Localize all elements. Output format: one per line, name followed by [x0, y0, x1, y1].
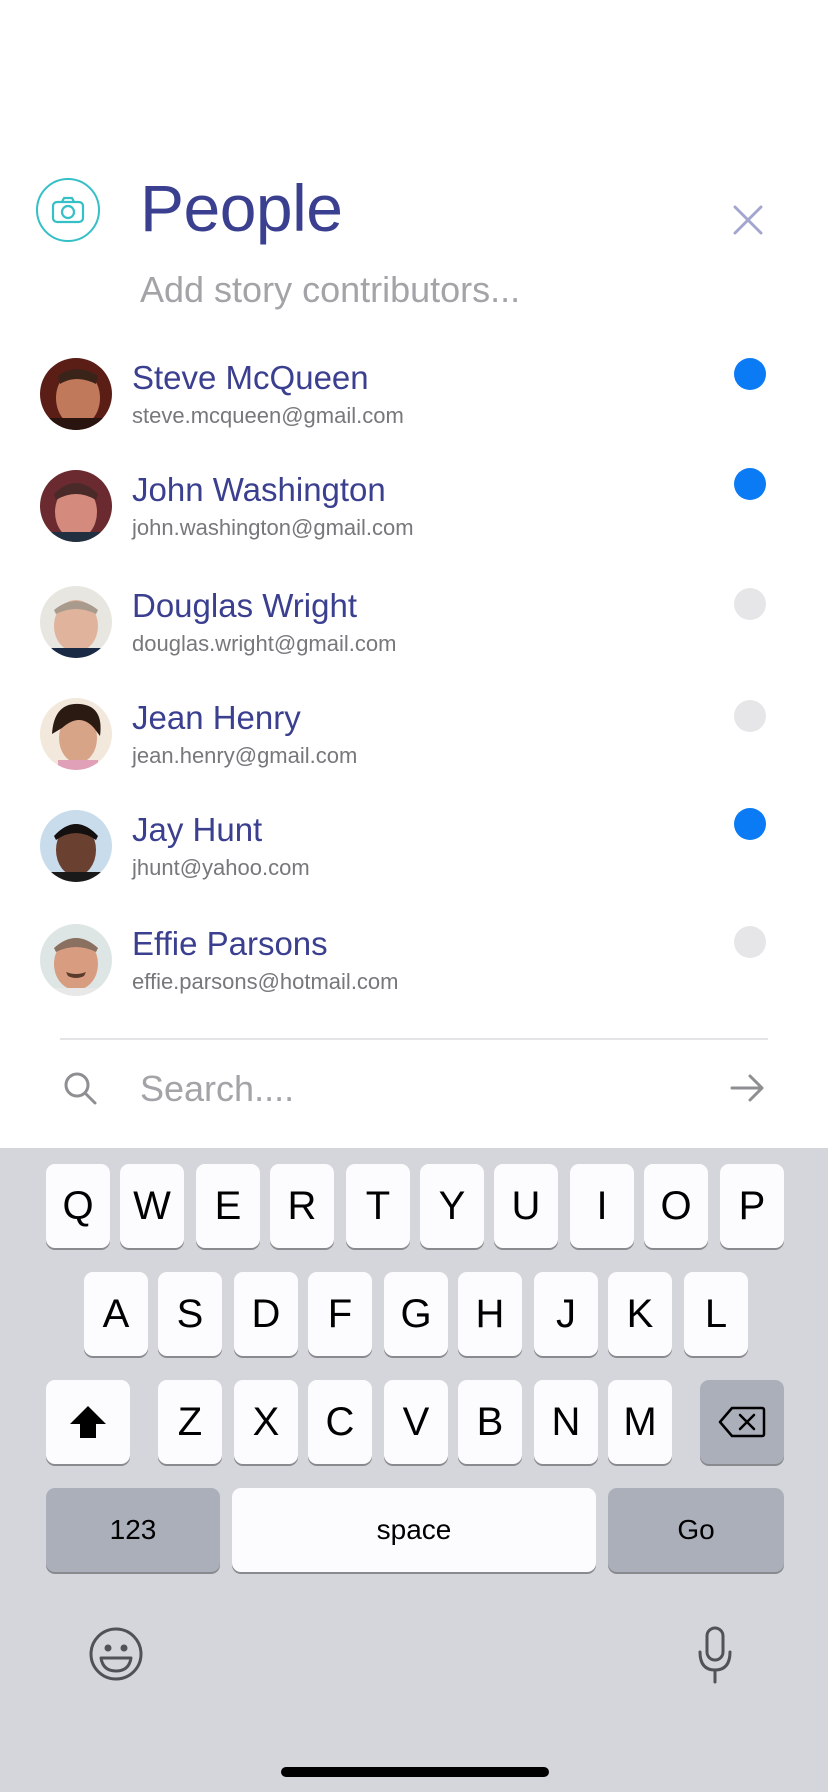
selection-indicator[interactable] [734, 468, 766, 500]
person-email: john.washington@gmail.com [132, 515, 414, 540]
page-title: People [140, 171, 343, 245]
header: People Add story contributors... [0, 0, 828, 330]
key-a[interactable]: A [84, 1272, 148, 1356]
person-name: Jay Hunt [132, 811, 263, 848]
key-s[interactable]: S [158, 1272, 222, 1356]
person-name: Steve McQueen [132, 359, 369, 396]
key-m[interactable]: M [608, 1380, 672, 1464]
avatar [40, 358, 112, 430]
selection-indicator[interactable] [734, 700, 766, 732]
key-y[interactable]: Y [420, 1164, 484, 1248]
camera-icon [51, 196, 85, 224]
key-t[interactable]: T [346, 1164, 410, 1248]
person-row[interactable]: Jay Hunt jhunt@yahoo.com [0, 792, 828, 902]
avatar [40, 924, 112, 996]
person-email: effie.parsons@hotmail.com [132, 969, 399, 994]
person-name: Effie Parsons [132, 925, 328, 962]
backspace-icon [718, 1406, 766, 1438]
key-w[interactable]: W [120, 1164, 184, 1248]
shift-icon [70, 1406, 106, 1438]
key-z[interactable]: Z [158, 1380, 222, 1464]
avatar [40, 698, 112, 770]
key-f[interactable]: F [308, 1272, 372, 1356]
key-j[interactable]: J [534, 1272, 598, 1356]
person-email: douglas.wright@gmail.com [132, 631, 397, 656]
search-bar [0, 1050, 828, 1130]
emoji-icon[interactable] [88, 1626, 144, 1682]
keyboard: Q W E R T Y U I O P A S D F G H J K L Z … [0, 1148, 828, 1792]
person-email: jhunt@yahoo.com [132, 855, 310, 880]
key-o[interactable]: O [644, 1164, 708, 1248]
avatar [40, 470, 112, 542]
space-key[interactable]: space [232, 1488, 596, 1572]
selection-indicator[interactable] [734, 358, 766, 390]
key-h[interactable]: H [458, 1272, 522, 1356]
person-row[interactable]: Douglas Wright douglas.wright@gmail.com [0, 568, 828, 678]
person-email: jean.henry@gmail.com [132, 743, 358, 768]
key-x[interactable]: X [234, 1380, 298, 1464]
avatar [40, 586, 112, 658]
search-icon [64, 1072, 97, 1105]
key-e[interactable]: E [196, 1164, 260, 1248]
selection-indicator[interactable] [734, 926, 766, 958]
person-row[interactable]: Effie Parsons effie.parsons@hotmail.com [0, 906, 828, 1016]
shift-key[interactable] [46, 1380, 130, 1464]
go-key[interactable]: Go [608, 1488, 784, 1572]
key-r[interactable]: R [270, 1164, 334, 1248]
divider [60, 1038, 768, 1040]
key-d[interactable]: D [234, 1272, 298, 1356]
person-email: steve.mcqueen@gmail.com [132, 403, 404, 428]
selection-indicator[interactable] [734, 588, 766, 620]
person-row[interactable]: Steve McQueen steve.mcqueen@gmail.com [0, 340, 828, 450]
key-p[interactable]: P [720, 1164, 784, 1248]
close-button[interactable] [728, 200, 768, 240]
person-row[interactable]: Jean Henry jean.henry@gmail.com [0, 680, 828, 790]
arrow-right-icon[interactable] [728, 1070, 768, 1106]
person-name: Jean Henry [132, 699, 301, 736]
key-c[interactable]: C [308, 1380, 372, 1464]
key-g[interactable]: G [384, 1272, 448, 1356]
key-k[interactable]: K [608, 1272, 672, 1356]
close-icon [733, 205, 763, 235]
key-l[interactable]: L [684, 1272, 748, 1356]
person-name: Douglas Wright [132, 587, 357, 624]
person-name: John Washington [132, 471, 386, 508]
key-n[interactable]: N [534, 1380, 598, 1464]
camera-button[interactable] [36, 178, 100, 242]
selection-indicator[interactable] [734, 808, 766, 840]
numbers-key[interactable]: 123 [46, 1488, 220, 1572]
key-i[interactable]: I [570, 1164, 634, 1248]
backspace-key[interactable] [700, 1380, 784, 1464]
key-u[interactable]: U [494, 1164, 558, 1248]
person-row[interactable]: John Washington john.washington@gmail.co… [0, 452, 828, 562]
key-v[interactable]: V [384, 1380, 448, 1464]
home-indicator[interactable] [281, 1767, 549, 1777]
search-input[interactable] [140, 1064, 700, 1114]
avatar [40, 810, 112, 882]
subtitle: Add story contributors... [140, 269, 521, 310]
microphone-icon[interactable] [696, 1626, 734, 1684]
key-b[interactable]: B [458, 1380, 522, 1464]
key-q[interactable]: Q [46, 1164, 110, 1248]
